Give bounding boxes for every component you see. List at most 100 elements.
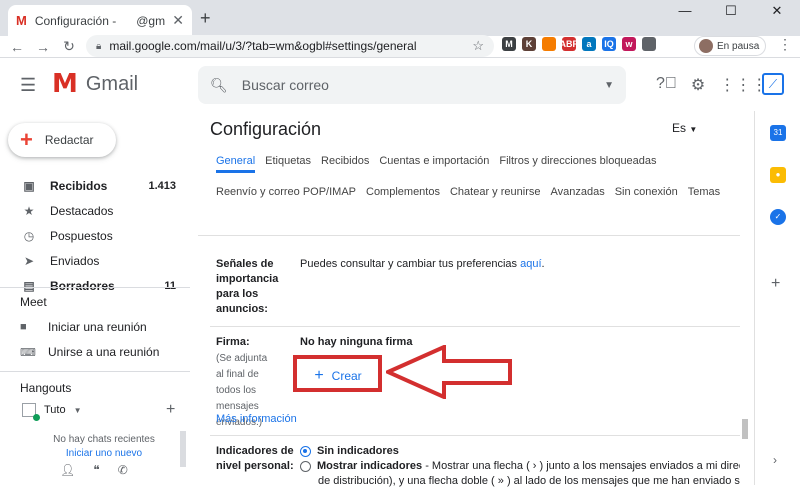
new-chat-plus-icon[interactable]: + bbox=[166, 401, 175, 419]
search-options-icon[interactable]: ▼ bbox=[604, 80, 614, 91]
keep-icon[interactable]: ● bbox=[770, 167, 786, 183]
tab-chatear-y-reunirse[interactable]: Chatear y reunirse bbox=[450, 184, 541, 215]
online-status-icon bbox=[33, 414, 40, 421]
forward-icon[interactable]: → bbox=[32, 39, 54, 55]
radio-selected-icon[interactable] bbox=[300, 445, 311, 457]
start-meeting-item[interactable]: ■ Iniciar una reunión bbox=[20, 320, 147, 334]
help-icon[interactable]: ?⃝ bbox=[656, 75, 677, 95]
profile-status: En pausa bbox=[717, 40, 760, 52]
ext-flame-icon[interactable] bbox=[542, 37, 556, 51]
phone-icon[interactable]: ✆ bbox=[118, 463, 128, 477]
language-selector[interactable]: Es ▼ bbox=[672, 121, 697, 135]
tab-avanzadas[interactable]: Avanzadas bbox=[550, 184, 604, 215]
avatar bbox=[699, 39, 713, 53]
search-icon[interactable]: 🔍︎ bbox=[210, 77, 228, 94]
chevron-right-icon[interactable]: › bbox=[773, 453, 777, 467]
divider bbox=[0, 371, 190, 372]
browser-menu-icon[interactable]: ⋮ bbox=[778, 36, 792, 53]
ext-m-icon[interactable]: M bbox=[502, 37, 516, 51]
join-meeting-item[interactable]: ⌨ Unirse a una reunión bbox=[20, 345, 159, 359]
sidebar-item-destacados[interactable]: ★ Destacados bbox=[0, 198, 190, 223]
importance-text: Puedes consultar y cambiar tus preferenc… bbox=[300, 258, 545, 270]
radio-unselected-icon[interactable] bbox=[300, 460, 311, 472]
header-icons: ?⃝ ⚙ ⋮⋮⋮ bbox=[656, 75, 767, 95]
sidebar-item-count: 11 bbox=[164, 279, 176, 292]
star-icon: ★ bbox=[23, 203, 35, 218]
indicator-option-none[interactable]: Sin indicadores bbox=[300, 444, 399, 459]
tab-reenvío-y-correo-pop-imap[interactable]: Reenvío y correo POP/IMAP bbox=[216, 184, 356, 215]
add-addon-plus-icon[interactable]: + bbox=[771, 275, 780, 293]
ext-k-icon[interactable]: K bbox=[522, 37, 536, 51]
ext-iq-icon[interactable]: IQ bbox=[602, 37, 616, 51]
sidebar-scrollbar[interactable] bbox=[180, 431, 186, 467]
close-window-icon[interactable]: ✕ bbox=[754, 0, 800, 30]
divider bbox=[210, 435, 740, 436]
hangouts-icon[interactable]: ❝ bbox=[93, 463, 99, 477]
address-bar[interactable]: 🔒︎ mail.google.com/mail/u/3/?tab=wm&ogbl… bbox=[86, 35, 494, 57]
main-menu-icon[interactable]: ☰ bbox=[20, 75, 36, 96]
sidebar-item-recibidos[interactable]: ▣ Recibidos 1.413 bbox=[0, 173, 190, 198]
new-tab-icon[interactable]: + bbox=[200, 8, 211, 29]
maximize-icon[interactable]: ☐ bbox=[708, 0, 754, 30]
start-new-chat-link[interactable]: Iniciar uno nuevo bbox=[34, 447, 174, 461]
gmail-header: ☰ M Gmail 🔍︎ Buscar correo ▼ ?⃝ ⚙ ⋮⋮⋮ ⟋ bbox=[0, 59, 800, 111]
profile-button[interactable]: En pausa bbox=[694, 36, 766, 56]
importance-link[interactable]: aquí bbox=[520, 258, 541, 270]
bookmark-star-icon[interactable]: ☆ bbox=[472, 38, 484, 54]
browser-toolbar: ← → ↻ 🔒︎ mail.google.com/mail/u/3/?tab=w… bbox=[0, 35, 800, 58]
settings-scrollbar[interactable] bbox=[742, 419, 748, 439]
extensions-bar: M K ABP a IQ w bbox=[502, 37, 656, 51]
divider bbox=[210, 326, 740, 327]
ext-w-icon[interactable]: w bbox=[622, 37, 636, 51]
tab-complementos[interactable]: Complementos bbox=[366, 184, 440, 215]
sidebar-item-label: Recibidos bbox=[50, 178, 108, 193]
reload-icon[interactable]: ↻ bbox=[58, 38, 80, 55]
join-meeting-label: Unirse a una reunión bbox=[48, 345, 160, 359]
keyboard-icon: ⌨ bbox=[20, 346, 36, 359]
tab-etiquetas[interactable]: Etiquetas bbox=[265, 153, 311, 184]
more-info-link[interactable]: Más información bbox=[216, 413, 297, 425]
apps-grid-icon[interactable]: ⋮⋮⋮ bbox=[719, 75, 767, 95]
sidebar-item-pospuestos[interactable]: ◷ Pospuestos bbox=[0, 223, 190, 248]
tab-general[interactable]: General bbox=[216, 153, 256, 173]
video-icon: ■ bbox=[20, 321, 27, 333]
sidebar-item-enviados[interactable]: ➤ Enviados bbox=[0, 248, 190, 273]
tab-filtros-y-direcciones-bloqueadas[interactable]: Filtros y direcciones bloqueadas bbox=[499, 153, 656, 184]
mail-folders: ▣ Recibidos 1.413 ★ Destacados ◷ Pospuestos ➤ En… bbox=[0, 173, 190, 298]
gmail-wordmark: Gmail bbox=[85, 72, 139, 95]
back-icon[interactable]: ← bbox=[6, 39, 28, 55]
search-bar[interactable]: 🔍︎ Buscar correo ▼ bbox=[198, 66, 626, 104]
addons-sidebar: 31 ● ✓ + › bbox=[754, 111, 800, 485]
signature-label: Firma: bbox=[216, 336, 250, 348]
gear-icon[interactable]: ⚙ bbox=[691, 75, 705, 95]
gmail-logo[interactable]: M Gmail bbox=[52, 71, 138, 97]
ext-grammarly-icon[interactable]: a bbox=[582, 37, 596, 51]
left-sidebar: + Redactar ▣ Recibidos 1.413 ★ Destacados ◷ Po… bbox=[0, 111, 190, 485]
indicator-option-show[interactable]: Mostrar indicadores - Mostrar una flecha… bbox=[300, 459, 740, 474]
close-tab-icon[interactable]: ✕ bbox=[172, 12, 184, 29]
tab-sin-conexión[interactable]: Sin conexión bbox=[615, 184, 678, 215]
chevron-down-icon: ▼ bbox=[689, 125, 698, 134]
draft-icon: ▤ bbox=[23, 278, 35, 293]
tab-temas[interactable]: Temas bbox=[688, 184, 720, 215]
account-square-icon[interactable]: ⟋ bbox=[762, 73, 784, 95]
start-meeting-label: Iniciar una reunión bbox=[48, 320, 147, 334]
hangouts-avatar bbox=[22, 403, 40, 421]
tasks-icon[interactable]: ✓ bbox=[770, 209, 786, 225]
minimize-icon[interactable]: — bbox=[662, 0, 708, 30]
ext-puzzle-icon[interactable] bbox=[642, 37, 656, 51]
no-chats-message: No hay chats recientes Iniciar uno nuevo bbox=[34, 433, 174, 461]
sidebar-item-label: Pospuestos bbox=[50, 228, 113, 243]
hangouts-user[interactable]: Tuto ▼ bbox=[22, 403, 82, 421]
calendar-icon[interactable]: 31 bbox=[770, 125, 786, 141]
compose-button[interactable]: + Redactar bbox=[8, 123, 116, 157]
ext-abp-icon[interactable]: ABP bbox=[560, 37, 579, 51]
browser-tab[interactable]: M Configuración - @gm ✕ bbox=[8, 5, 192, 36]
search-input[interactable]: Buscar correo bbox=[242, 77, 329, 93]
tab-cuentas-e-importación[interactable]: Cuentas e importación bbox=[379, 153, 489, 184]
tab-recibidos[interactable]: Recibidos bbox=[321, 153, 369, 184]
gmail-favicon-icon: M bbox=[16, 13, 27, 28]
person-icon[interactable]: 👤︎ bbox=[60, 463, 75, 477]
bottom-icons: 👤︎ ❝ ✆ bbox=[60, 463, 128, 477]
inbox-icon: ▣ bbox=[23, 178, 35, 193]
